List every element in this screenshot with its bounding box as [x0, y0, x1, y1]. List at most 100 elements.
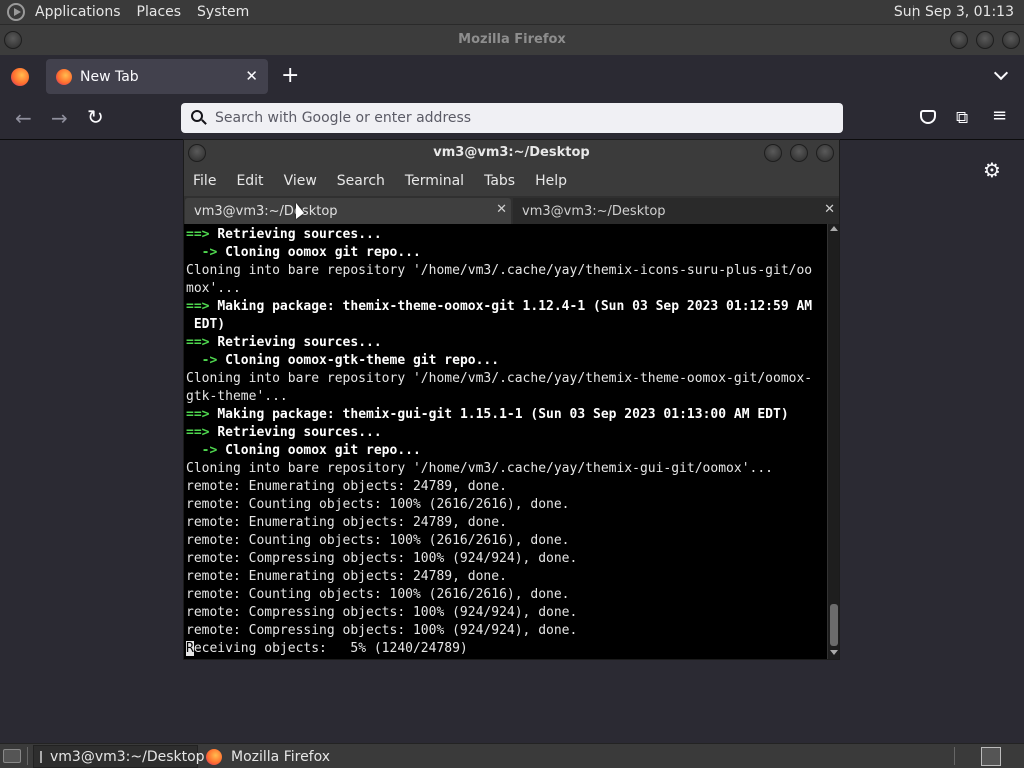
firefox-window-title: Mozilla Firefox [458, 32, 566, 47]
close-tab-2-icon[interactable]: ✕ [824, 202, 835, 217]
terminal-close-button[interactable] [816, 144, 834, 162]
terminal-line: ==> Retrieving sources... [186, 424, 827, 442]
terminal-window[interactable]: vm3@vm3:~/Desktop File Edit View Search … [183, 139, 840, 660]
terminal-tab-1[interactable]: vm3@vm3:~/Desktop ✕ [185, 198, 511, 224]
terminal-tab-2[interactable]: vm3@vm3:~/Desktop ✕ [513, 198, 839, 224]
terminal-text: remote: Compressing objects: 100% (924/9… [186, 551, 578, 566]
taskbar-item-terminal[interactable]: vm3@vm3:~/Desktop [33, 745, 205, 768]
places-menu[interactable]: Places [137, 4, 182, 20]
terminal-text: remote: Enumerating objects: 24789, done… [186, 569, 507, 584]
terminal-text: remote: Counting objects: 100% (2616/261… [186, 533, 570, 548]
clock[interactable]: Sun Sep 3, 01:13 [894, 4, 1014, 20]
tab-new-tab[interactable]: New Tab ✕ [46, 59, 268, 94]
terminal-output[interactable]: ==> Retrieving sources... -> Cloning oom… [184, 224, 827, 659]
terminal-text: remote: Compressing objects: 100% (924/9… [186, 605, 578, 620]
minimize-button[interactable] [950, 31, 968, 49]
terminal-minimize-button[interactable] [764, 144, 782, 162]
terminal-text: Making package: themix-theme-oomox-git 1… [217, 299, 813, 314]
terminal-text: ==> [186, 407, 218, 422]
terminal-text: remote: Counting objects: 100% (2616/261… [186, 497, 570, 512]
settings-gear-icon[interactable]: ⚙ [983, 158, 1001, 182]
terminal-text: ==> [186, 335, 218, 350]
terminal-line: remote: Enumerating objects: 24789, done… [186, 514, 827, 532]
reload-icon[interactable]: ↻ [87, 105, 104, 129]
window-menu-button[interactable] [4, 31, 22, 49]
terminal-line: Cloning into bare repository '/home/vm3/… [186, 370, 827, 388]
terminal-line: -> Cloning oomox-gtk-theme git repo... [186, 352, 827, 370]
close-tab-1-icon[interactable]: ✕ [496, 202, 507, 217]
scroll-up-arrow-icon[interactable] [830, 226, 838, 231]
terminal-line: ==> Retrieving sources... [186, 334, 827, 352]
terminal-text: Retrieving sources... [217, 425, 382, 440]
terminal-text: Cloning into bare repository '/home/vm3/… [186, 461, 773, 476]
terminal-tab-1-label: vm3@vm3:~/Desktop [194, 203, 338, 219]
terminal-text: Cloning oomox git repo... [225, 245, 421, 260]
terminal-text: remote: Enumerating objects: 24789, done… [186, 479, 507, 494]
firefox-titlebar[interactable]: Mozilla Firefox [0, 25, 1024, 55]
terminal-line: ==> Making package: themix-gui-git 1.15.… [186, 406, 827, 424]
terminal-line: gtk-theme'... [186, 388, 827, 406]
top-panel: Applications Places System Sun Sep 3, 01… [0, 0, 1024, 25]
terminal-tab-bar: vm3@vm3:~/Desktop ✕ vm3@vm3:~/Desktop ✕ [184, 196, 839, 224]
close-button[interactable] [1002, 31, 1020, 49]
terminal-line: remote: Counting objects: 100% (2616/261… [186, 496, 827, 514]
terminal-line: Cloning into bare repository '/home/vm3/… [186, 262, 827, 280]
terminal-text: -> [186, 245, 226, 260]
applications-menu[interactable]: Applications [35, 4, 121, 20]
menu-search[interactable]: Search [337, 173, 385, 189]
terminal-window-menu-button[interactable] [188, 144, 206, 162]
terminal-line: ==> Retrieving sources... [186, 226, 827, 244]
new-tab-button[interactable]: + [281, 64, 299, 88]
menu-terminal[interactable]: Terminal [405, 173, 464, 189]
terminal-cursor: R [186, 641, 194, 656]
terminal-tab-2-label: vm3@vm3:~/Desktop [522, 203, 666, 219]
system-menu[interactable]: System [197, 4, 249, 20]
menu-help[interactable]: Help [535, 173, 567, 189]
workspace-switcher[interactable] [981, 747, 1001, 766]
url-bar[interactable]: Search with Google or enter address [181, 103, 843, 133]
terminal-scrollbar[interactable] [827, 224, 839, 659]
terminal-app-icon [40, 750, 42, 763]
terminal-maximize-button[interactable] [790, 144, 808, 162]
taskbar-item-firefox-label: Mozilla Firefox [231, 748, 331, 765]
terminal-text: remote: Counting objects: 100% (2616/261… [186, 587, 570, 602]
terminal-text: remote: Enumerating objects: 24789, done… [186, 515, 507, 530]
extensions-icon[interactable]: ⧉ [956, 108, 968, 128]
terminal-line: remote: Counting objects: 100% (2616/261… [186, 532, 827, 550]
terminal-text: -> [186, 443, 226, 458]
menu-hamburger-icon[interactable]: ≡ [992, 105, 1007, 126]
show-desktop-icon[interactable] [3, 749, 21, 763]
terminal-text: gtk-theme'... [186, 389, 288, 404]
taskbar-item-firefox[interactable]: Mozilla Firefox [200, 745, 360, 768]
menu-view[interactable]: View [284, 173, 317, 189]
terminal-titlebar[interactable]: vm3@vm3:~/Desktop [184, 140, 839, 166]
url-placeholder: Search with Google or enter address [215, 110, 472, 126]
firefox-view-icon[interactable] [11, 68, 29, 86]
distro-logo-icon[interactable] [7, 3, 25, 21]
terminal-text: Cloning oomox git repo... [225, 443, 421, 458]
terminal-text: -> [186, 353, 226, 368]
terminal-text: EDT) [186, 317, 226, 332]
back-icon[interactable]: ← [15, 106, 32, 130]
scrollbar-thumb[interactable] [830, 604, 838, 646]
terminal-text: mox'... [186, 281, 241, 296]
terminal-text: Retrieving sources... [217, 227, 382, 242]
maximize-button[interactable] [976, 31, 994, 49]
terminal-line: EDT) [186, 316, 827, 334]
menu-tabs[interactable]: Tabs [484, 173, 515, 189]
forward-icon[interactable]: → [51, 106, 68, 130]
scroll-down-arrow-icon[interactable] [830, 650, 838, 655]
terminal-text: ==> [186, 227, 218, 242]
terminal-line: -> Cloning oomox git repo... [186, 244, 827, 262]
panel-separator-left [27, 747, 28, 765]
close-tab-icon[interactable]: ✕ [245, 67, 258, 85]
terminal-text: Making package: themix-gui-git 1.15.1-1 … [217, 407, 789, 422]
menu-edit[interactable]: Edit [236, 173, 263, 189]
taskbar-item-terminal-label: vm3@vm3:~/Desktop [50, 748, 205, 765]
terminal-menubar: File Edit View Search Terminal Tabs Help [184, 166, 839, 196]
terminal-line: remote: Counting objects: 100% (2616/261… [186, 586, 827, 604]
terminal-line: ==> Making package: themix-theme-oomox-g… [186, 298, 827, 316]
tab-label: New Tab [80, 68, 139, 85]
menu-file[interactable]: File [193, 173, 216, 189]
terminal-text: eceiving objects: 5% (1240/24789) [193, 641, 468, 656]
